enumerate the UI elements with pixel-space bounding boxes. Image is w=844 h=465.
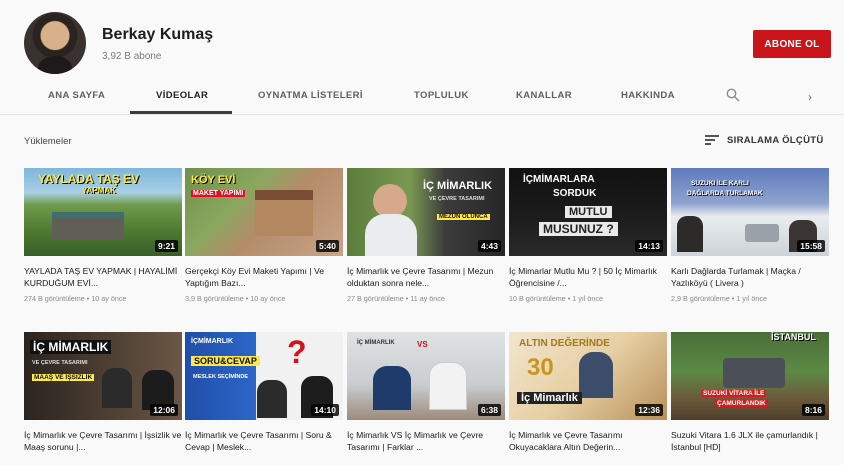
thumbnail-text: MEZUN OLUNCA [437,214,490,220]
channel-tabs: ANA SAYFA VİDEOLAR OYNATMA LİSTELERİ TOP… [0,82,844,115]
thumbnail-text: İÇMİMARLARA [523,174,595,185]
thumbnail-text: İç Mimarlık [517,392,582,404]
video-duration: 15:58 [797,240,825,252]
video-card[interactable]: KÖY EVİ MAKET YAPIMI 5:40 Gerçekçi Köy E… [185,168,343,303]
tab-channels[interactable]: KANALLAR [516,90,572,101]
thumbnail-text: MUSUNUZ ? [539,222,618,236]
thumbnail-text: SUZUKİ VİTARA İLE [701,390,767,397]
thumbnail-text: YAPMAK [82,186,116,195]
thumbnail-text: ALTIN DEĞERİNDE [519,338,610,349]
video-meta: 274 B görüntüleme • 10 ay önce [24,294,127,303]
video-duration: 8:16 [801,404,825,416]
sort-button[interactable]: SIRALAMA ÖLÇÜTÜ [705,134,824,146]
video-card[interactable]: İÇ MİMARLIK VS 6:38 İç Mimarlık VS İç Mi… [347,332,505,458]
video-title[interactable]: İç Mimarlık ve Çevre Tasarımı | Mezun ol… [347,265,505,289]
video-title[interactable]: İç Mimarlık VS İç Mimarlık ve Çevre Tasa… [347,429,505,453]
video-thumbnail[interactable]: KÖY EVİ MAKET YAPIMI 5:40 [185,168,343,256]
thumbnail-text: MUTLU [565,206,612,218]
channel-avatar[interactable] [24,12,86,74]
sort-icon [705,134,719,146]
thumbnail-text: DAĞLARDA TURLAMAK [687,190,763,197]
tab-videos[interactable]: VİDEOLAR [156,90,208,101]
sort-label: SIRALAMA ÖLÇÜTÜ [727,134,824,146]
video-thumbnail[interactable]: İÇ MİMARLIK VE ÇEVRE TASARIMI MAAŞ VE İŞ… [24,332,182,420]
tab-community[interactable]: TOPLULUK [414,90,469,101]
thumbnail-text: SORU&CEVAP [191,356,260,366]
video-card[interactable]: İÇMİMARLARA SORDUK MUTLU MUSUNUZ ? 14:13… [509,168,667,303]
video-thumbnail[interactable]: ALTIN DEĞERİNDE 30 İç Mimarlık 12:36 [509,332,667,420]
video-card[interactable]: İSTANBUL SUZUKİ VİTARA İLE ÇAMURLANDIK 8… [671,332,829,458]
video-duration: 12:36 [635,404,663,416]
video-card[interactable]: ALTIN DEĞERİNDE 30 İç Mimarlık 12:36 İç … [509,332,667,458]
video-duration: 4:43 [477,240,501,252]
thumbnail-text: MESLEK SEÇİMİNDE [193,374,249,380]
video-title[interactable]: Karlı Dağlarda Turlamak | Maçka / Yazlık… [671,265,829,289]
thumbnail-text: MAAŞ VE İŞSİZLİK [32,374,95,381]
video-duration: 14:13 [635,240,663,252]
video-title[interactable]: Gerçekçi Köy Evi Maketi Yapımı | Ve Yapt… [185,265,343,289]
video-duration: 6:38 [477,404,501,416]
question-mark-icon: ? [287,334,307,370]
video-thumbnail[interactable]: İÇMİMARLARA SORDUK MUTLU MUSUNUZ ? 14:13 [509,168,667,256]
video-thumbnail[interactable]: İÇ MİMARLIK VS 6:38 [347,332,505,420]
video-card[interactable]: ? İÇMİMARLIK SORU&CEVAP MESLEK SEÇİMİNDE… [185,332,343,458]
search-icon[interactable] [726,88,740,102]
active-tab-indicator [130,111,232,114]
section-title: Yüklemeler [24,136,72,147]
thumbnail-text: İÇMİMARLIK [191,338,233,345]
thumbnail-text: VS [417,340,428,349]
thumbnail-text: KÖY EVİ [191,174,236,186]
subscriber-count: 3,92 B abone [102,51,162,62]
video-meta: 10 B görüntüleme • 1 yıl önce [509,294,604,303]
thumbnail-text: YAYLADA TAŞ EV [38,172,140,186]
video-thumbnail[interactable]: ? İÇMİMARLIK SORU&CEVAP MESLEK SEÇİMİNDE… [185,332,343,420]
subscribe-button[interactable]: ABONE OL [753,30,831,58]
video-duration: 5:40 [315,240,339,252]
video-title[interactable]: İç Mimarlık ve Çevre Tasarımı | İşsizlik… [24,429,182,453]
video-thumbnail[interactable]: YAYLADA TAŞ EV YAPMAK 9:21 [24,168,182,256]
thumbnail-text: VE ÇEVRE TASARIMI [32,360,88,366]
video-thumbnail[interactable]: İÇ MİMARLIK VE ÇEVRE TASARIMI MEZUN OLUN… [347,168,505,256]
video-title[interactable]: YAYLADA TAŞ EV YAPMAK | HAYALİMİ KURDUĞU… [24,265,182,289]
video-thumbnail[interactable]: SUZUKI İLE KARLI DAĞLARDA TURLAMAK 15:58 [671,168,829,256]
thumbnail-text: İÇ MİMARLIK [357,340,395,346]
video-duration: 9:21 [154,240,178,252]
video-card[interactable]: İÇ MİMARLIK VE ÇEVRE TASARIMI MEZUN OLUN… [347,168,505,303]
thumbnail-text: 30 [527,354,554,381]
thumbnail-text: İÇ MİMARLIK [423,180,493,192]
tab-about[interactable]: HAKKINDA [621,90,675,101]
tab-playlists[interactable]: OYNATMA LİSTELERİ [258,90,363,101]
thumbnail-text: SUZUKI İLE KARLI [691,180,749,187]
video-title[interactable]: Suzuki Vitara 1.6 JLX ile çamurlandık | … [671,429,829,453]
video-card[interactable]: İÇ MİMARLIK VE ÇEVRE TASARIMI MAAŞ VE İŞ… [24,332,182,458]
thumbnail-text: ÇAMURLANDIK [715,400,768,407]
thumbnail-text: İÇ MİMARLIK [30,340,112,354]
video-card[interactable]: SUZUKI İLE KARLI DAĞLARDA TURLAMAK 15:58… [671,168,829,303]
video-meta: 3,9 B görüntüleme • 10 ay önce [185,294,286,303]
chevron-right-icon[interactable]: › [808,90,812,104]
video-duration: 14:10 [311,404,339,416]
thumbnail-text: MAKET YAPIMI [191,190,246,197]
video-meta: 27 B görüntüleme • 11 ay önce [347,294,445,303]
channel-name[interactable]: Berkay Kumaş [102,26,213,44]
video-title[interactable]: İç Mimarlar Mutlu Mu ? | 50 İç Mimarlık … [509,265,667,289]
tab-home[interactable]: ANA SAYFA [48,90,105,101]
video-card[interactable]: YAYLADA TAŞ EV YAPMAK 9:21 YAYLADA TAŞ E… [24,168,182,303]
video-thumbnail[interactable]: İSTANBUL SUZUKİ VİTARA İLE ÇAMURLANDIK 8… [671,332,829,420]
video-duration: 12:06 [150,404,178,416]
video-title[interactable]: İç Mimarlık ve Çevre Tasarımı | Soru & C… [185,429,343,453]
thumbnail-text: İSTANBUL [771,332,816,342]
thumbnail-text: SORDUK [553,188,597,199]
thumbnail-text: VE ÇEVRE TASARIMI [429,196,485,202]
video-title[interactable]: İç Mimarlık ve Çevre Tasarımı Okuyacakla… [509,429,667,453]
video-meta: 2,9 B görüntüleme • 1 yıl önce [671,294,768,303]
channel-header: Berkay Kumaş 3,92 B abone ABONE OL ANA S… [0,0,844,115]
